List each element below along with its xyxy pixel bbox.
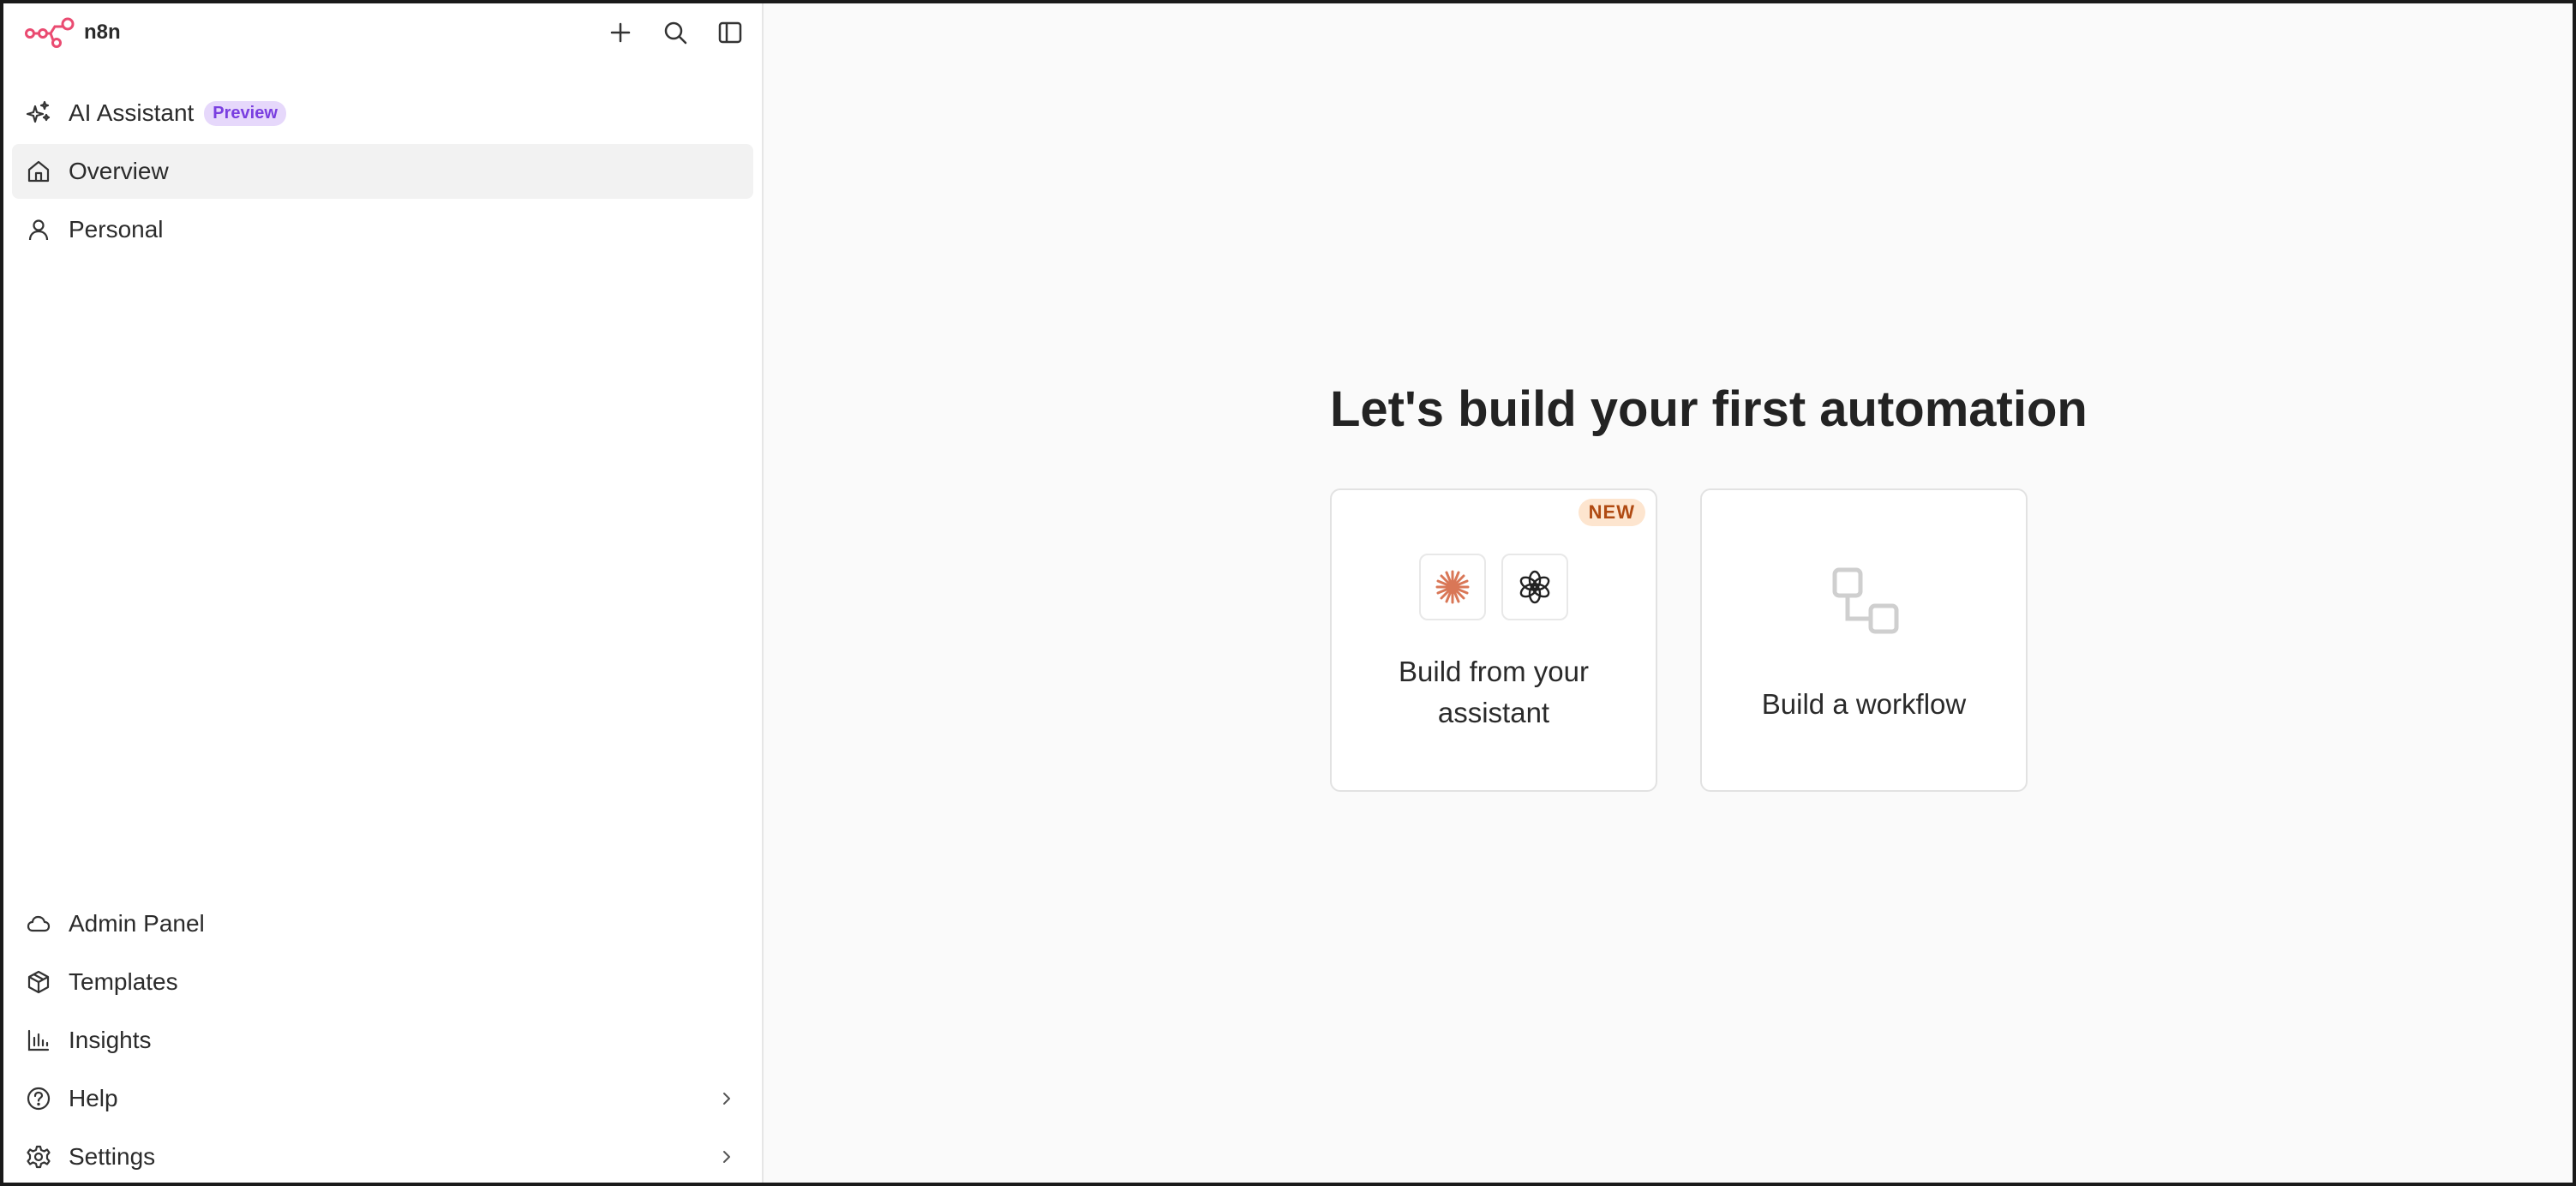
sparkles-icon <box>24 99 53 128</box>
search-button[interactable] <box>661 18 690 47</box>
sidebar: n8n AI Assistant Preview Overview Person… <box>3 3 764 1183</box>
app-name: n8n <box>84 21 121 44</box>
sidebar-item-label: Overview <box>69 158 169 184</box>
sidebar-item-label: Help <box>69 1085 118 1111</box>
page-title: Let's build your first automation <box>1330 381 2088 437</box>
sidebar-header: n8n <box>3 3 762 63</box>
bar-chart-icon <box>24 1026 53 1055</box>
sidebar-item-label: Insights <box>69 1027 152 1053</box>
search-icon <box>664 21 687 45</box>
sidebar-item-templates[interactable]: Templates <box>12 955 753 1009</box>
help-circle-icon <box>24 1084 53 1113</box>
plus-icon <box>610 22 631 43</box>
sidebar-item-help[interactable]: Help <box>12 1071 753 1126</box>
workflow-icon <box>1832 567 1899 634</box>
box-icon <box>24 967 53 997</box>
sidebar-item-label: Templates <box>69 968 178 995</box>
new-badge: NEW <box>1578 499 1645 526</box>
claude-logo <box>1419 554 1486 620</box>
sidebar-item-settings[interactable]: Settings <box>12 1129 753 1183</box>
add-button[interactable] <box>606 18 635 47</box>
toggle-sidebar-button[interactable] <box>716 18 745 47</box>
build-workflow-card[interactable]: Build a workflow <box>1700 488 2028 792</box>
app-window: n8n AI Assistant Preview Overview Person… <box>0 0 2576 1186</box>
chevron-right-icon <box>712 1142 741 1171</box>
n8n-logo-icon <box>25 17 75 48</box>
sidebar-item-label: Admin Panel <box>69 910 205 937</box>
sidebar-item-ai-assistant[interactable]: AI Assistant Preview <box>12 86 753 141</box>
chevron-right-icon <box>712 1084 741 1113</box>
sidebar-item-admin-panel[interactable]: Admin Panel <box>12 896 753 951</box>
gear-icon <box>24 1142 53 1171</box>
openai-icon <box>1519 570 1550 604</box>
openai-logo <box>1501 554 1568 620</box>
user-icon <box>24 215 53 244</box>
claude-icon <box>1435 570 1470 604</box>
sidebar-item-label: Personal <box>69 216 164 243</box>
sidebar-item-label: AI Assistant <box>69 99 195 126</box>
sidebar-item-label: Settings <box>69 1143 156 1170</box>
logo[interactable]: n8n <box>24 17 121 48</box>
card-title-line-1: Build from your <box>1399 656 1589 687</box>
sidebar-panel-icon <box>718 21 742 44</box>
card-title: Build a workflow <box>1761 688 1967 720</box>
build-from-assistant-card[interactable]: NEW Build from your assistant <box>1330 488 1657 792</box>
sidebar-item-personal[interactable]: Personal <box>12 202 753 257</box>
sidebar-item-insights[interactable]: Insights <box>12 1013 753 1068</box>
sidebar-item-overview[interactable]: Overview <box>12 144 753 199</box>
cloud-icon <box>24 909 53 938</box>
home-icon <box>24 157 53 186</box>
card-title-line-2: assistant <box>1437 697 1550 728</box>
preview-badge: Preview <box>204 100 286 126</box>
